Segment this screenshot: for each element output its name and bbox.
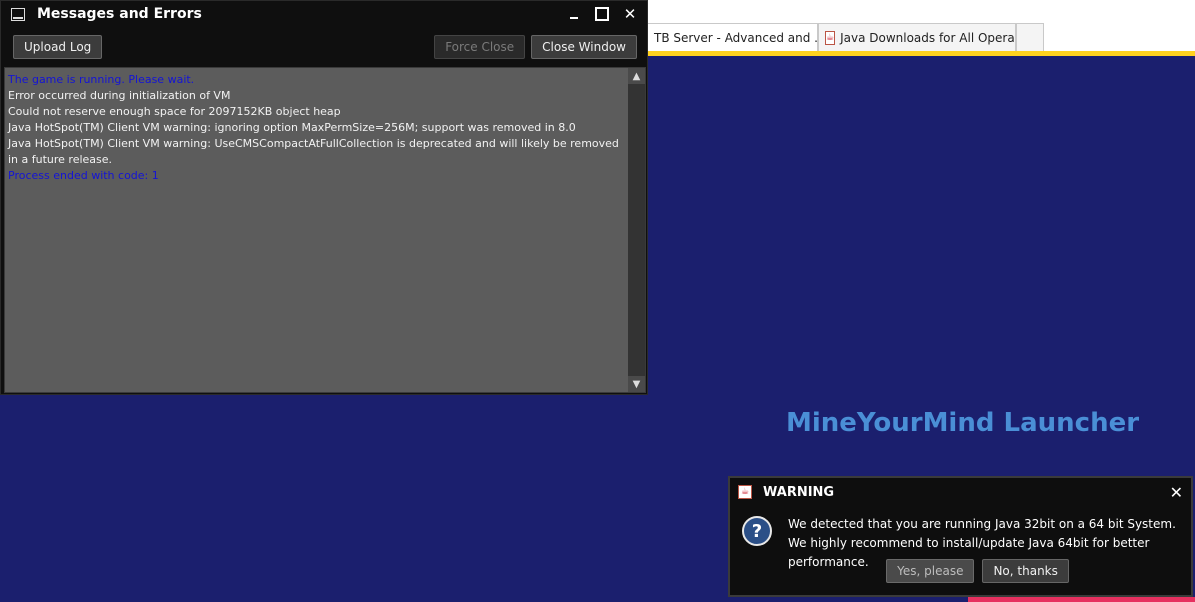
browser-tab-server[interactable]: TB Server - Advanced and ... ✕ — [648, 23, 818, 51]
dialog-title: WARNING — [763, 484, 835, 500]
browser-accent-bar — [648, 51, 1195, 56]
force-close-button[interactable]: Force Close — [434, 35, 526, 59]
no-button[interactable]: No, thanks — [982, 559, 1069, 583]
log-line: The game is running. Please wait. — [8, 73, 195, 86]
scroll-up-icon[interactable]: ▲ — [628, 68, 645, 84]
log-line: Java HotSpot(TM) Client VM warning: UseC… — [8, 137, 619, 166]
window-titlebar[interactable]: Messages and Errors ✕ — [1, 1, 647, 27]
upload-log-button[interactable]: Upload Log — [13, 35, 103, 59]
vertical-scrollbar[interactable]: ▲ ▼ — [628, 68, 645, 392]
close-icon[interactable]: ✕ — [1170, 483, 1183, 502]
launcher-title: MineYourMind Launcher — [786, 408, 1140, 438]
log-line: Java HotSpot(TM) Client VM warning: igno… — [8, 121, 576, 134]
tab-label: TB Server - Advanced and ... — [654, 30, 818, 45]
log-line: Error occurred during initialization of … — [8, 89, 231, 102]
tab-label: Java Downloads for All Operati... — [840, 30, 1016, 45]
warning-dialog: ☕ WARNING ✕ ? We detected that you are r… — [728, 476, 1193, 597]
window-title: Messages and Errors — [37, 6, 202, 22]
maximize-icon[interactable] — [593, 5, 611, 23]
close-window-button[interactable]: Close Window — [531, 35, 637, 59]
window-toolbar: Upload Log Force Close Close Window — [1, 27, 647, 67]
log-line: Could not reserve enough space for 20971… — [8, 105, 341, 118]
yes-button[interactable]: Yes, please — [886, 559, 975, 583]
log-output[interactable]: The game is running. Please wait. Error … — [4, 67, 646, 393]
close-icon[interactable]: ✕ — [621, 5, 639, 23]
messages-window: Messages and Errors ✕ Upload Log Force C… — [0, 0, 648, 395]
scroll-down-icon[interactable]: ▼ — [628, 376, 645, 392]
browser-tabs: TB Server - Advanced and ... ✕ ☕ Java Do… — [648, 23, 1044, 51]
browser-tab-empty[interactable] — [1016, 23, 1044, 51]
java-icon: ☕ — [825, 30, 836, 45]
minimize-icon[interactable] — [565, 5, 583, 23]
log-line: Process ended with code: 1 — [8, 169, 159, 182]
toolbar-right: Force Close Close Window — [434, 35, 637, 59]
question-icon: ? — [742, 516, 772, 546]
log-text: The game is running. Please wait. Error … — [8, 72, 628, 184]
java-icon: ☕ — [738, 485, 752, 499]
launcher-footer-strip — [968, 597, 1195, 602]
scroll-track[interactable] — [628, 84, 645, 376]
browser-tab-java-downloads[interactable]: ☕ Java Downloads for All Operati... — [818, 23, 1016, 51]
dialog-titlebar[interactable]: ☕ WARNING ✕ — [730, 478, 1191, 506]
window-controls: ✕ — [565, 5, 639, 23]
dialog-buttons: Yes, please No, thanks — [730, 559, 1191, 583]
dialog-message-line: We detected that you are running Java 32… — [788, 517, 1176, 531]
window-icon — [11, 7, 25, 21]
